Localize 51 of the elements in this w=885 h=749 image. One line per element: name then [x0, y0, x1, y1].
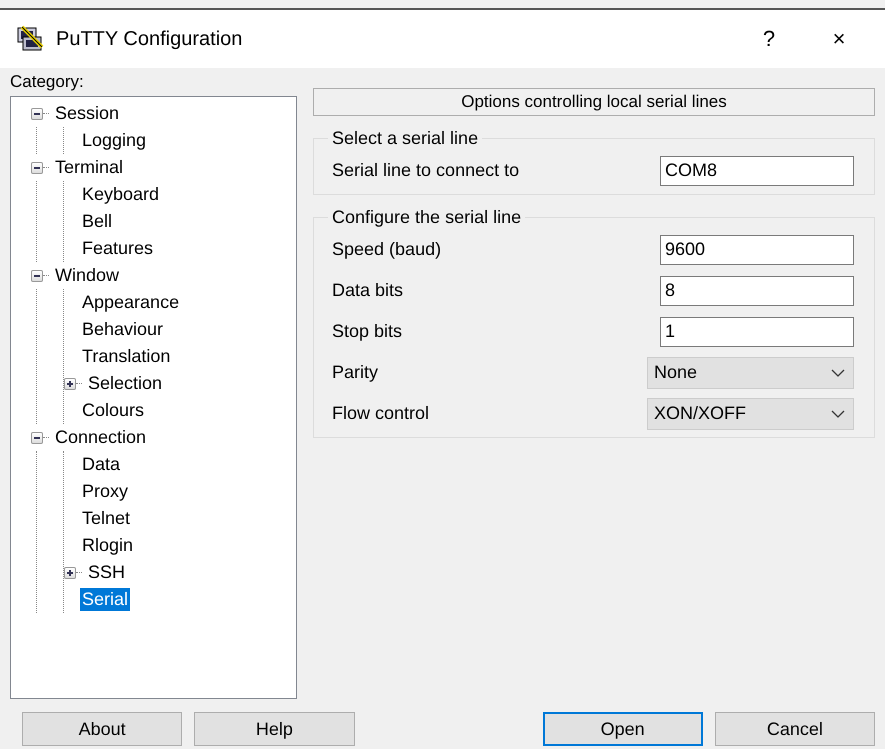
- tree-item[interactable]: Serial: [80, 588, 130, 611]
- tree-item[interactable]: Appearance: [80, 291, 182, 314]
- dropdown[interactable]: None: [647, 356, 854, 388]
- tree-item[interactable]: Terminal: [53, 156, 126, 179]
- field-label: Stop bits: [332, 321, 402, 342]
- collapse-icon[interactable]: [31, 108, 43, 120]
- tree-item[interactable]: Data: [80, 453, 122, 476]
- field-label: Data bits: [332, 280, 404, 301]
- tree-item[interactable]: Logging: [80, 129, 148, 152]
- panel-header: Options controlling local serial lines: [313, 88, 875, 116]
- tree-item[interactable]: Colours: [80, 399, 146, 422]
- tree-item[interactable]: SSH: [86, 561, 128, 584]
- field-label: Serial line to connect to: [332, 160, 520, 181]
- collapse-icon[interactable]: [31, 270, 43, 282]
- tree-item[interactable]: Features: [80, 237, 156, 260]
- input-field[interactable]: 1: [660, 316, 854, 346]
- dialog-button[interactable]: Open: [542, 712, 703, 746]
- tree-item[interactable]: Proxy: [80, 480, 130, 503]
- chevron-icon: [831, 410, 845, 418]
- tree-item[interactable]: Bell: [80, 210, 114, 233]
- putty-icon: [16, 25, 46, 53]
- input-field[interactable]: COM8: [660, 156, 854, 186]
- expand-icon[interactable]: [64, 566, 76, 578]
- dialog-button[interactable]: About: [22, 712, 182, 746]
- input-field[interactable]: 9600: [660, 234, 854, 264]
- collapse-icon[interactable]: [31, 432, 43, 444]
- field-label: Flow control: [332, 403, 430, 424]
- field-label: Speed (baud): [332, 239, 442, 260]
- tree-item[interactable]: Window: [53, 264, 122, 287]
- field-label: Parity: [332, 362, 378, 383]
- help-button[interactable]: ?: [739, 26, 799, 52]
- chevron-icon: [831, 368, 845, 376]
- dropdown[interactable]: XON/XOFF: [647, 398, 854, 430]
- collapse-icon[interactable]: [31, 162, 43, 174]
- window-title: PuTTY Configuration: [56, 28, 244, 50]
- tree-item[interactable]: Translation: [80, 345, 172, 368]
- group-title: Select a serial line: [331, 128, 480, 149]
- group-title: Configure the serial line: [331, 207, 522, 228]
- input-field[interactable]: 8: [660, 276, 854, 306]
- close-button[interactable]: ×: [809, 26, 869, 52]
- tree-item[interactable]: Behaviour: [80, 318, 166, 341]
- category-label: Category:: [10, 72, 85, 92]
- tree-item[interactable]: Selection: [86, 372, 164, 395]
- dialog-button[interactable]: Help: [194, 712, 354, 746]
- tree-item[interactable]: Keyboard: [80, 183, 162, 206]
- tree-item[interactable]: Rlogin: [80, 534, 136, 557]
- tree-item[interactable]: Telnet: [80, 507, 132, 530]
- tree-item[interactable]: Connection: [53, 426, 148, 449]
- expand-icon[interactable]: [64, 378, 76, 390]
- dialog-button[interactable]: Cancel: [714, 712, 876, 746]
- tree-item[interactable]: Session: [53, 102, 122, 125]
